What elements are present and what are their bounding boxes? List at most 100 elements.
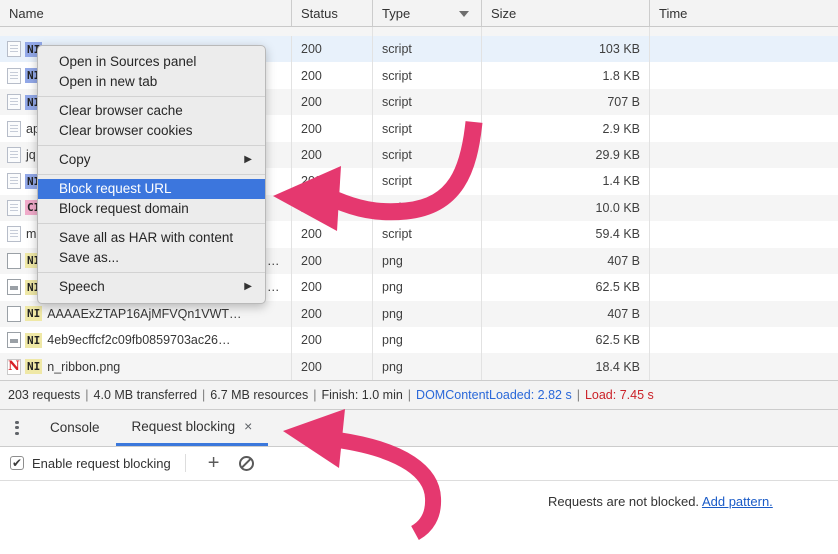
request-status-cell: 200 [292, 62, 373, 88]
column-header-type[interactable]: Type [373, 0, 482, 26]
request-size-cell: 407 B [482, 301, 650, 327]
request-size-cell: 1.4 KB [482, 168, 650, 194]
menu-item-block-request-domain[interactable]: Block request domain [38, 199, 265, 219]
summary-segment: 6.7 MB resources [210, 388, 308, 402]
column-header-status[interactable]: Status [292, 0, 373, 26]
summary-separator: | [85, 388, 88, 402]
request-name-cell[interactable]: NI4eb9ecffcf2c09fb0859703ac26… [0, 327, 292, 353]
table-row[interactable]: NNIn_ribbon.png200png18.4 KB [0, 353, 838, 379]
column-header-label: Type [382, 6, 410, 21]
request-time-cell [650, 301, 838, 327]
menu-item-save-as[interactable]: Save as... [38, 248, 265, 268]
request-type-cell: script [373, 89, 482, 115]
column-header-size[interactable]: Size [482, 0, 650, 26]
summary-separator: | [577, 388, 580, 402]
request-time-cell [650, 36, 838, 62]
image-file-icon [7, 279, 21, 295]
request-time-cell [650, 142, 838, 168]
request-status-cell: 200 [292, 327, 373, 353]
request-name: 4eb9ecffcf2c09fb0859703ac26… [47, 333, 230, 347]
request-size-cell: 18.4 KB [482, 353, 650, 379]
column-header-name[interactable]: Name [0, 0, 292, 26]
request-time-cell [650, 248, 838, 274]
remove-all-patterns-icon[interactable] [239, 456, 254, 471]
toolbar-divider [185, 454, 186, 472]
table-row[interactable]: NI4eb9ecffcf2c09fb0859703ac26…200png62.5… [0, 327, 838, 353]
table-row[interactable]: NI [0, 27, 838, 36]
request-name: jq [26, 148, 36, 162]
request-size-cell: 707 B [482, 89, 650, 115]
request-size-cell: 10.0 KB [482, 195, 650, 221]
column-header-time[interactable]: Time [650, 0, 838, 26]
add-pattern-link[interactable]: Add pattern. [702, 494, 773, 509]
request-time-cell [650, 89, 838, 115]
request-time-cell [650, 27, 838, 36]
request-name-cell[interactable]: NIAAAAExZTAP16AjMFVQn1VWT… [0, 301, 292, 327]
enable-request-blocking-label: Enable request blocking [32, 456, 171, 471]
menu-item-open-in-new-tab[interactable]: Open in new tab [38, 72, 265, 92]
table-row[interactable]: NIAAAAExZTAP16AjMFVQn1VWT…200png407 B [0, 301, 838, 327]
request-time-cell [650, 168, 838, 194]
script-file-icon [7, 94, 21, 110]
request-type-cell: png [373, 327, 482, 353]
menu-item-clear-browser-cache[interactable]: Clear browser cache [38, 101, 265, 121]
request-status-cell: 200 [292, 168, 373, 194]
request-status-cell: 200 [292, 142, 373, 168]
menu-item-clear-browser-cookies[interactable]: Clear browser cookies [38, 121, 265, 141]
menu-item-speech[interactable]: Speech▶ [38, 277, 265, 297]
request-size-cell: 407 B [482, 248, 650, 274]
blank-image-file-icon [7, 306, 21, 322]
network-summary-bar: 203 requests | 4.0 MB transferred | 6.7 MB r… [0, 380, 838, 410]
request-name-cell[interactable]: NNIn_ribbon.png [0, 353, 292, 379]
request-type-cell: script [373, 221, 482, 247]
context-menu: Open in Sources panelOpen in new tab Clea… [37, 45, 266, 304]
script-file-icon [7, 200, 21, 216]
menu-item-block-request-url[interactable]: Block request URL [38, 179, 265, 199]
request-status-cell: 200 [292, 195, 373, 221]
request-type-cell: png [373, 248, 482, 274]
empty-state-message: Requests are not blocked. Add pattern. [548, 494, 773, 509]
request-status-cell: 200 [292, 36, 373, 62]
tab-request-blocking[interactable]: Request blocking × [116, 410, 269, 446]
menu-item-copy[interactable]: Copy▶ [38, 150, 265, 170]
request-status-cell: 200 [292, 115, 373, 141]
menu-item-save-all-as-har-with-content[interactable]: Save all as HAR with content [38, 228, 265, 248]
request-status-cell: 200 [292, 248, 373, 274]
tab-console-label: Console [50, 420, 100, 435]
request-time-cell [650, 62, 838, 88]
menu-separator [38, 272, 265, 273]
drawer-menu-button[interactable] [0, 410, 34, 446]
request-type-cell [373, 27, 482, 36]
request-name: m [26, 227, 36, 241]
request-size-cell: 1.8 KB [482, 62, 650, 88]
script-file-icon [7, 41, 21, 57]
request-type-cell: script [373, 142, 482, 168]
filter-dropdown-icon[interactable] [459, 11, 469, 17]
request-status-cell: 200 [292, 353, 373, 379]
menu-separator [38, 223, 265, 224]
request-name: AAAAExZTAP16AjMFVQn1VWT… [47, 307, 241, 321]
column-header-label: Time [659, 6, 687, 21]
request-status-cell: 200 [292, 301, 373, 327]
add-pattern-icon[interactable]: + [198, 454, 230, 472]
request-time-cell [650, 195, 838, 221]
request-size-cell: 62.5 KB [482, 327, 650, 353]
menu-separator [38, 96, 265, 97]
column-header-label: Name [9, 6, 44, 21]
kebab-icon [15, 421, 18, 436]
summary-segment: 4.0 MB transferred [94, 388, 198, 402]
tab-console[interactable]: Console [34, 410, 116, 446]
request-type-cell: script [373, 168, 482, 194]
close-icon[interactable]: × [244, 418, 252, 434]
script-file-icon [7, 147, 21, 163]
summary-segment: Finish: 1.0 min [322, 388, 403, 402]
request-type-cell: script [373, 115, 482, 141]
request-name: n_ribbon.png [47, 360, 120, 374]
image-file-icon [7, 332, 21, 348]
enable-request-blocking-checkbox[interactable]: ✔ [10, 456, 24, 470]
request-type-cell: png [373, 274, 482, 300]
summary-segment: 203 requests [8, 388, 80, 402]
script-file-icon [7, 226, 21, 242]
menu-item-open-in-sources-panel[interactable]: Open in Sources panel [38, 52, 265, 72]
request-type-cell: script [373, 195, 482, 221]
